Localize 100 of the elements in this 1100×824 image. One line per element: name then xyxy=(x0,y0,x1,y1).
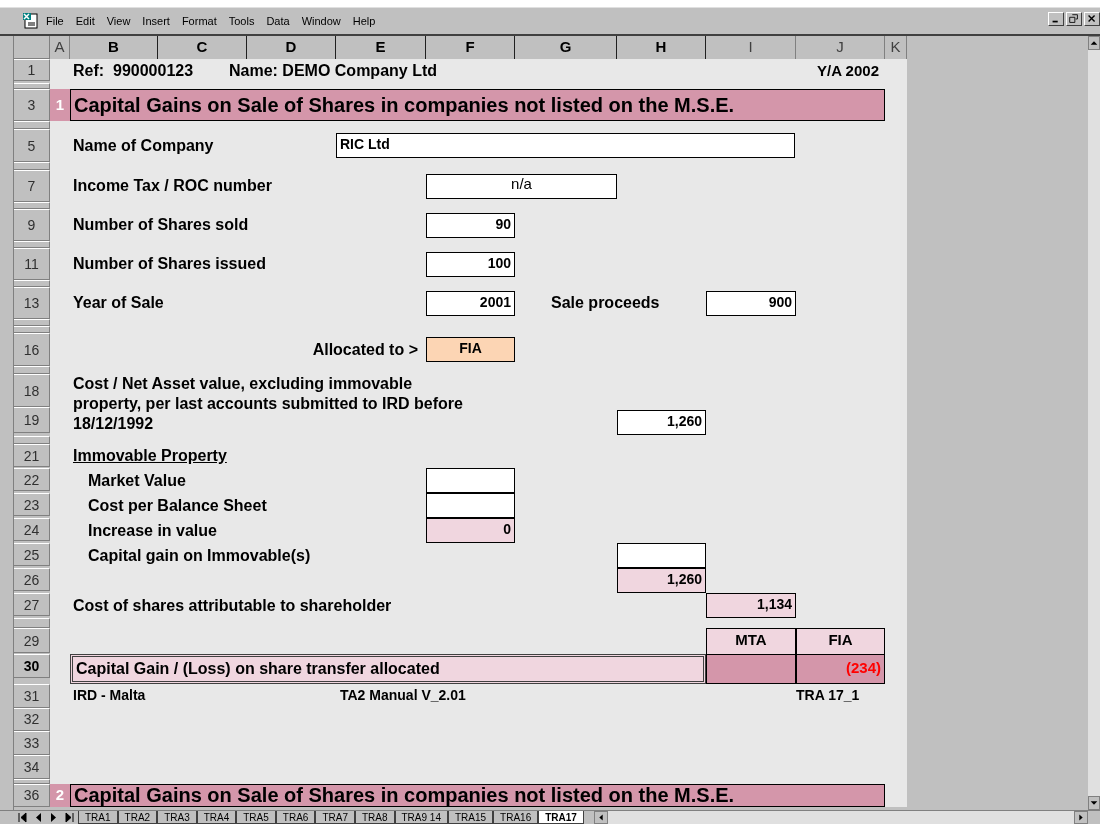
menu-item[interactable]: Help xyxy=(352,12,376,30)
result-label: Capital Gain / (Loss) on share transfer allocated xyxy=(76,658,440,679)
result-cell: (234) xyxy=(796,653,885,684)
input-field[interactable]: RIC Ltd xyxy=(336,133,795,158)
restore-icon[interactable] xyxy=(1066,12,1082,26)
row-header[interactable]: 32 xyxy=(14,707,50,731)
sheet-tab[interactable]: TRA6 xyxy=(275,811,316,824)
column-label: FIA xyxy=(796,628,885,654)
sheet-tab[interactable]: TRA4 xyxy=(196,811,237,824)
row-header[interactable]: 22 xyxy=(14,468,50,491)
row-header[interactable]: 31 xyxy=(14,683,50,708)
row-header[interactable]: 11 xyxy=(14,248,50,280)
row-header[interactable]: 5 xyxy=(14,129,50,162)
row-header[interactable]: 7 xyxy=(14,170,50,202)
sheet-tab[interactable]: TRA1 xyxy=(78,811,118,824)
input-field[interactable] xyxy=(426,468,515,493)
row-header[interactable] xyxy=(14,778,50,784)
footer-text: TA2 Manual V_2.01 xyxy=(339,686,467,705)
section-number: 1 xyxy=(50,89,70,121)
row-header[interactable]: 30 xyxy=(14,653,50,678)
row-header[interactable]: 27 xyxy=(14,593,50,616)
menu-item[interactable]: Format xyxy=(181,12,217,30)
section-title: Capital Gains on Sale of Shares in companies not listed on the M.S.E. xyxy=(74,785,735,805)
input-field[interactable]: n/a xyxy=(426,173,617,199)
sheet-tab[interactable]: TRA8 xyxy=(354,811,395,824)
row-header[interactable] xyxy=(14,202,50,209)
section-title: Capital Gains on Sale of Shares in companies not listed on the M.S.E. xyxy=(74,95,735,115)
row-header[interactable]: 29 xyxy=(14,628,50,653)
row-header[interactable] xyxy=(14,280,50,287)
row-header[interactable]: 34 xyxy=(14,754,50,779)
sheet-tab[interactable]: TRA2 xyxy=(117,811,158,824)
row-header[interactable] xyxy=(14,83,50,89)
row-header[interactable] xyxy=(14,162,50,170)
row-header[interactable]: 23 xyxy=(14,493,50,516)
row-header[interactable]: 9 xyxy=(14,209,50,241)
sheet-tab[interactable]: TRA5 xyxy=(236,811,276,824)
input-field[interactable]: 900 xyxy=(706,290,796,316)
sheet-tab[interactable]: TRA16 xyxy=(493,811,539,824)
section-number: 2 xyxy=(50,783,70,807)
spreadsheet-document-icon[interactable] xyxy=(22,12,40,30)
field-label: Name of Company xyxy=(72,135,215,156)
allocation-cell: FIA xyxy=(426,337,515,362)
row-header[interactable]: 21 xyxy=(14,444,50,467)
scroll-down-icon[interactable] xyxy=(1088,796,1100,810)
row-header[interactable]: 19 xyxy=(14,407,50,433)
row-header[interactable]: 3 xyxy=(14,89,50,121)
menu-item[interactable]: View xyxy=(106,12,131,30)
input-field[interactable]: 2001 xyxy=(426,290,515,316)
sheet-tab[interactable]: TRA3 xyxy=(157,811,197,824)
input-field[interactable]: 100 xyxy=(426,251,515,277)
field-label: Income Tax / ROC number xyxy=(72,176,273,196)
row-header[interactable] xyxy=(14,326,50,333)
year-of-assessment: Y/A 2002 xyxy=(817,60,880,81)
row-header[interactable]: 36 xyxy=(14,783,50,807)
row-header[interactable]: 25 xyxy=(14,543,50,566)
menu-item[interactable]: Edit xyxy=(75,12,95,30)
row-header[interactable]: 16 xyxy=(14,333,50,366)
column-label: MTA xyxy=(706,628,796,654)
input-field[interactable] xyxy=(426,493,515,518)
sheet-tab[interactable]: TRA9 14 xyxy=(394,811,448,824)
row-header[interactable] xyxy=(14,319,50,326)
computed-cell: 1,260 xyxy=(617,568,706,593)
field-label: Market Value xyxy=(87,470,187,491)
input-field[interactable]: 90 xyxy=(426,212,515,238)
input-field[interactable]: 1,260 xyxy=(617,410,706,435)
field-label: Cost per Balance Sheet xyxy=(87,495,268,516)
row-header[interactable] xyxy=(14,366,50,374)
scroll-right-icon[interactable] xyxy=(1074,811,1088,824)
close-icon[interactable] xyxy=(1084,12,1100,26)
row-header[interactable] xyxy=(14,436,50,444)
field-label: Cost of shares attributable to shareholder xyxy=(72,595,393,616)
row-header[interactable]: 1 xyxy=(14,59,50,81)
row-header[interactable]: 24 xyxy=(14,518,50,541)
input-field[interactable] xyxy=(617,543,706,568)
row-header[interactable]: 18 xyxy=(14,374,50,407)
row-header[interactable] xyxy=(14,241,50,248)
row-header[interactable] xyxy=(14,121,50,129)
row-header[interactable]: 26 xyxy=(14,568,50,591)
section-subheading: Immovable Property xyxy=(72,446,228,466)
row-header[interactable] xyxy=(14,618,50,628)
row-header[interactable]: 33 xyxy=(14,730,50,755)
computed-cell: 1,134 xyxy=(706,593,796,618)
field-label: Number of Shares issued xyxy=(72,254,267,274)
minimize-icon[interactable] xyxy=(1048,12,1064,26)
computed-cell: 0 xyxy=(426,518,515,543)
menu-item[interactable]: Tools xyxy=(228,12,255,30)
field-label: Number of Shares sold xyxy=(72,215,250,235)
sheet-tab[interactable]: TRA15 xyxy=(447,811,494,824)
menu-item[interactable]: Window xyxy=(301,12,341,30)
scroll-up-icon[interactable] xyxy=(1088,36,1100,50)
menu-item[interactable]: Data xyxy=(266,12,290,30)
menu-item[interactable]: Insert xyxy=(142,12,170,30)
row-header[interactable]: 13 xyxy=(14,287,50,319)
field-label: Allocated to > xyxy=(312,339,419,360)
sheet-tab[interactable]: TRA7 xyxy=(315,811,355,824)
menu-item[interactable]: File xyxy=(46,12,64,30)
cost-description: Cost / Net Asset value, excluding immovable property, per last accounts submitted to IRD before 18/12/1992 xyxy=(72,374,464,434)
scroll-left-icon[interactable] xyxy=(593,811,608,824)
sheet-tab[interactable]: TRA17 xyxy=(538,811,584,824)
reference-number: Ref: 990000123 xyxy=(72,61,195,81)
